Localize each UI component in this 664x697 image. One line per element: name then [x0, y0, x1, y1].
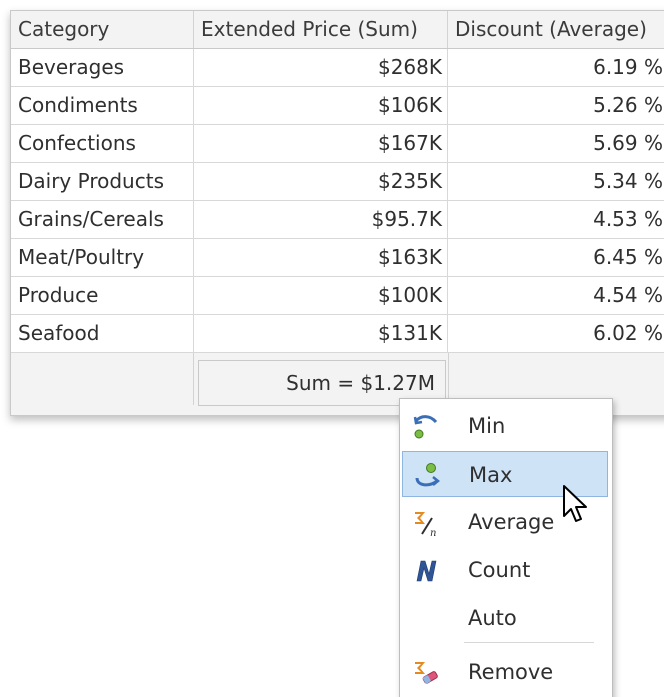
table-row[interactable]: Seafood $131K 6.02 % [11, 315, 664, 353]
price-cell: $235K [194, 163, 448, 200]
table-row[interactable]: Condiments $106K 5.26 % [11, 87, 664, 125]
table-row[interactable]: Produce $100K 4.54 % [11, 277, 664, 315]
column-header-discount[interactable]: Discount (Average) [448, 11, 664, 48]
price-cell: $268K [194, 49, 448, 86]
column-header-extended-price[interactable]: Extended Price (Sum) [194, 11, 448, 48]
price-cell: $131K [194, 315, 448, 352]
table-row[interactable]: Confections $167K 5.69 % [11, 125, 664, 163]
discount-cell: 4.53 % [593, 207, 663, 231]
category-cell: Beverages [11, 49, 194, 86]
count-icon [416, 560, 437, 582]
discount-cell: 5.69 % [593, 131, 663, 155]
discount-cell: 4.54 % [593, 283, 663, 307]
grid-header: Category Extended Price (Sum) Discount (… [11, 11, 664, 49]
min-icon [413, 415, 438, 439]
price-cell: $100K [194, 277, 448, 314]
discount-cell: 6.02 % [593, 321, 663, 345]
menu-item-label: Max [469, 463, 513, 487]
price-cell: $167K [194, 125, 448, 162]
dashboard-stage: Category Extended Price (Sum) Discount (… [0, 0, 664, 697]
column-header-category[interactable]: Category [11, 11, 194, 48]
menu-item-remove[interactable]: Remove [402, 649, 608, 695]
table-row[interactable]: Grains/Cereals $95.7K 4.53 % [11, 201, 664, 239]
menu-separator [464, 642, 594, 643]
category-cell: Condiments [11, 87, 194, 124]
mouse-cursor-icon [563, 485, 587, 522]
svg-text:n: n [430, 528, 436, 537]
pivot-grid: Category Extended Price (Sum) Discount (… [10, 10, 664, 416]
menu-item-label: Count [468, 558, 531, 582]
max-icon [415, 463, 441, 487]
footer-divider [193, 353, 194, 405]
category-cell: Meat/Poultry [11, 239, 194, 276]
category-cell: Produce [11, 277, 194, 314]
menu-item-auto[interactable]: Auto [402, 595, 608, 641]
grid-body: Beverages $268K 6.19 % Condiments $106K … [11, 49, 664, 353]
menu-item-label: Remove [468, 660, 554, 684]
category-cell: Grains/Cereals [11, 201, 194, 238]
category-cell: Confections [11, 125, 194, 162]
remove-icon [415, 662, 438, 684]
discount-cell: 5.34 % [593, 169, 663, 193]
category-cell: Seafood [11, 315, 194, 352]
table-row[interactable]: Meat/Poultry $163K 6.45 % [11, 239, 664, 277]
table-row[interactable]: Dairy Products $235K 5.34 % [11, 163, 664, 201]
price-cell: $95.7K [194, 201, 448, 238]
menu-item-label: Min [468, 414, 506, 438]
menu-item-label: Average [468, 510, 555, 534]
table-row[interactable]: Beverages $268K 6.19 % [11, 49, 664, 87]
menu-item-min[interactable]: Min [402, 403, 608, 449]
menu-item-label: Auto [468, 606, 517, 630]
average-icon: n [415, 512, 436, 537]
price-cell: $163K [194, 239, 448, 276]
discount-cell: 6.45 % [593, 245, 663, 269]
discount-cell: 5.26 % [593, 93, 663, 117]
category-cell: Dairy Products [11, 163, 194, 200]
price-cell: $106K [194, 87, 448, 124]
summary-context-menu: Min Max n Average Count Auto Remove [399, 398, 613, 697]
menu-item-count[interactable]: Count [402, 547, 608, 593]
discount-cell: 6.19 % [593, 55, 663, 79]
